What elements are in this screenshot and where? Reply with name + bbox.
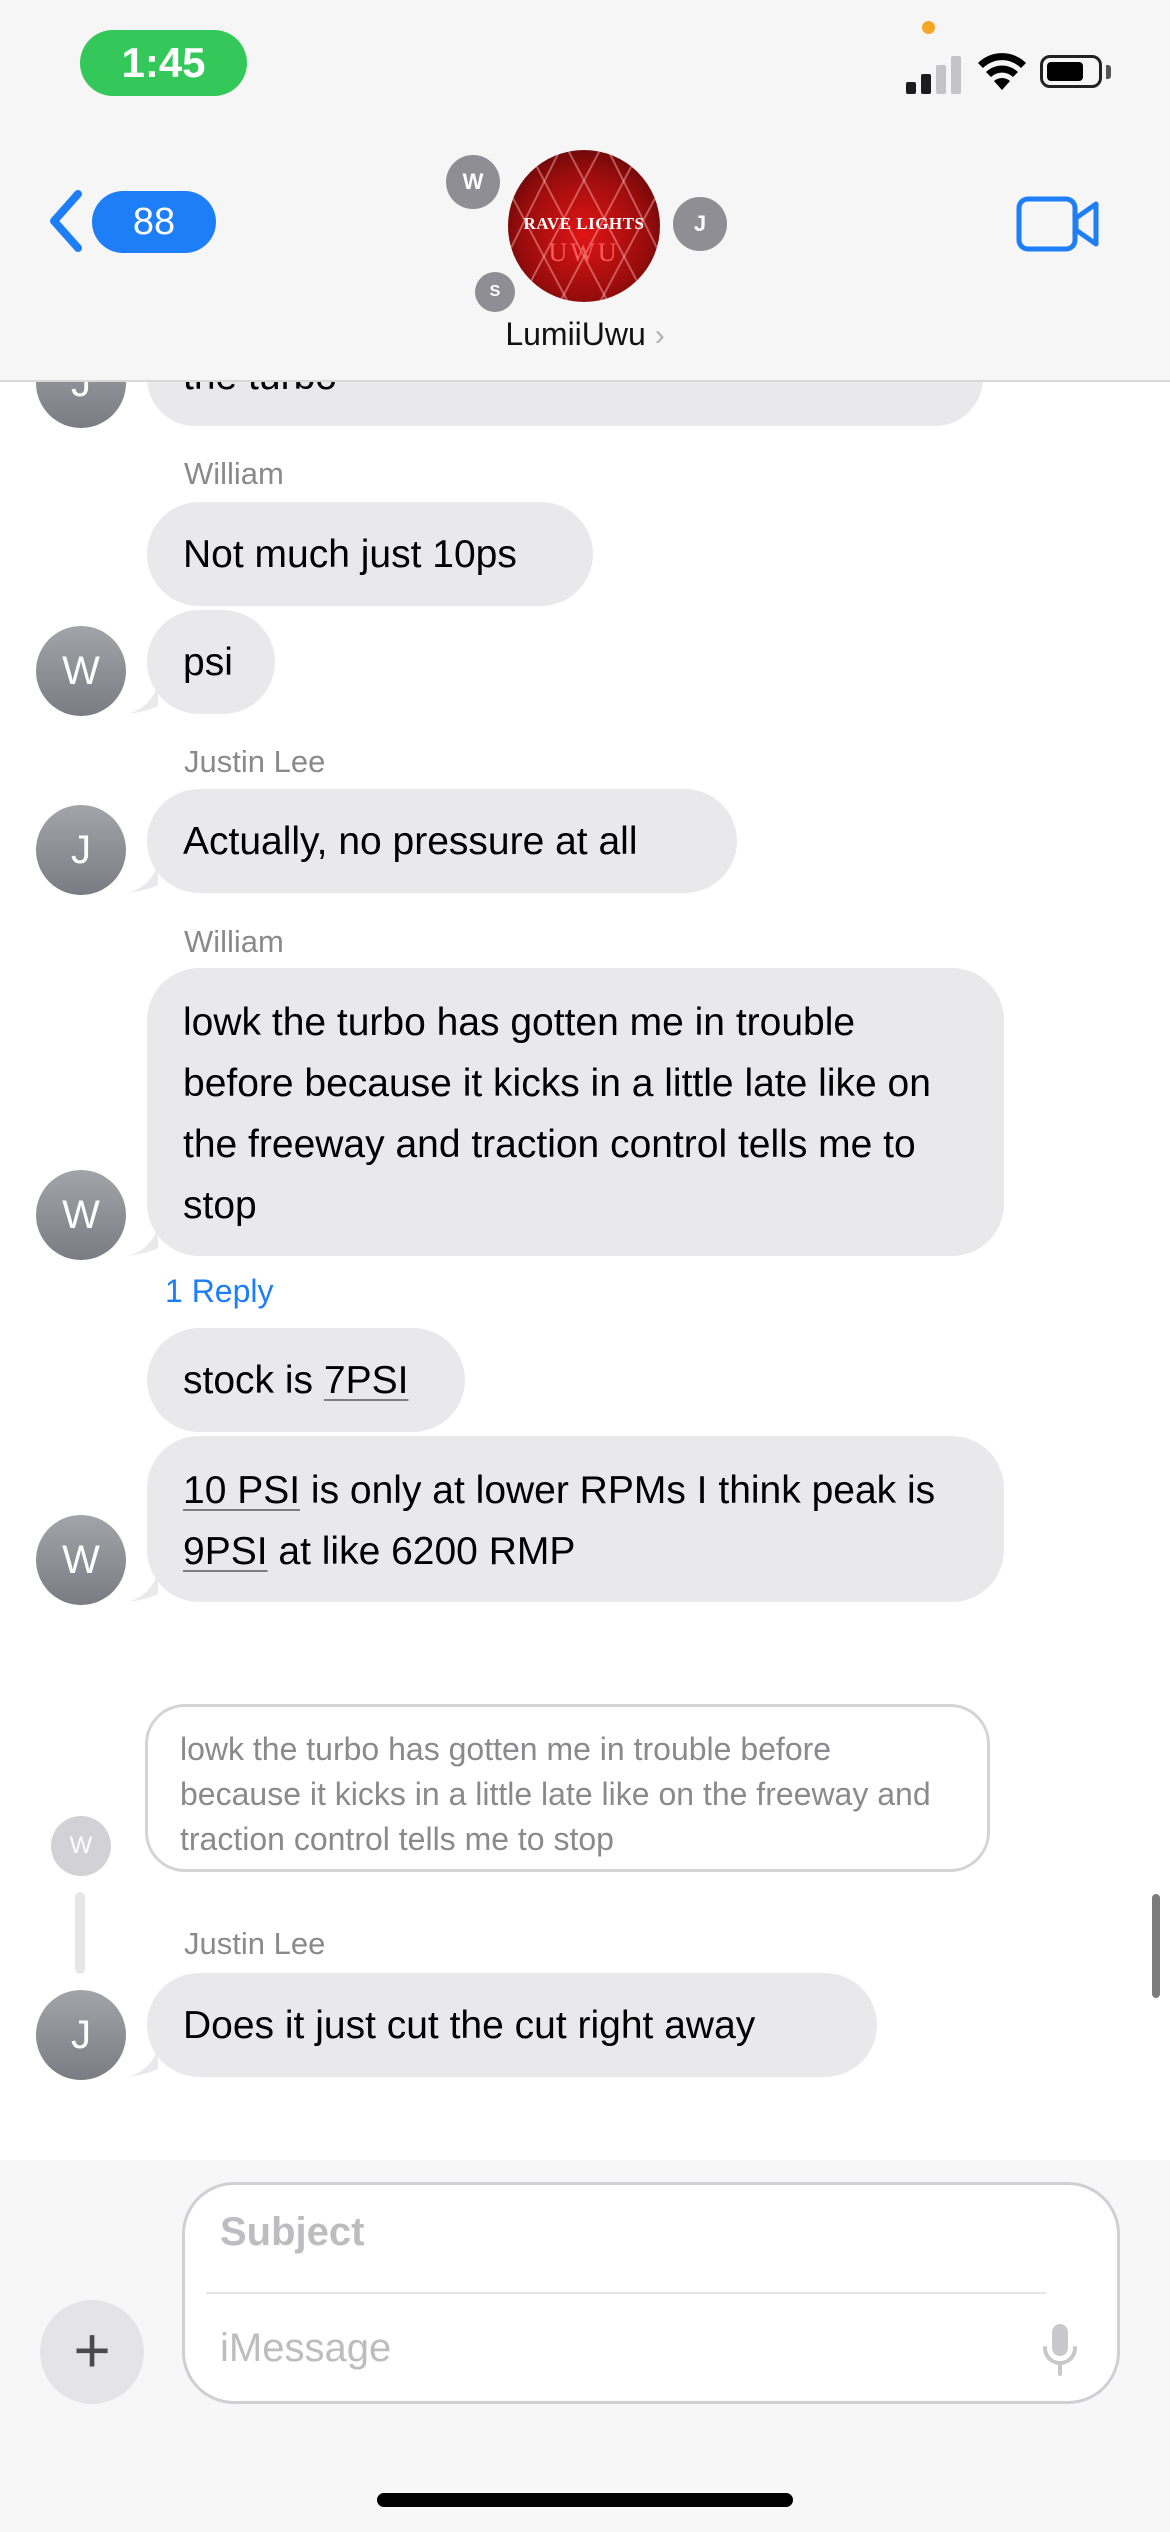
message-bubble[interactable]: stock is 7PSI: [147, 1328, 465, 1432]
avatar-william[interactable]: W: [36, 1515, 126, 1605]
chevron-right-icon: ›: [654, 319, 665, 352]
message-bubble[interactable]: Does it just cut the cut right away: [147, 1973, 877, 2077]
mic-in-use-indicator: [922, 21, 935, 34]
bubble-tail: [128, 684, 158, 714]
battery-tip: [1106, 65, 1111, 79]
microphone-icon[interactable]: [1040, 2320, 1080, 2380]
quoted-thread-message[interactable]: lowk the turbo has gotten me in trouble …: [145, 1704, 990, 1872]
thread-reply-link[interactable]: 1 Reply: [165, 1273, 274, 1310]
detected-data-link[interactable]: 10 PSI: [183, 1469, 300, 1512]
avatar-william[interactable]: W: [36, 626, 126, 716]
message-text: Not much just 10ps: [183, 533, 517, 576]
message-text-middle: is only at lower RPMs I think peak is: [300, 1469, 936, 1512]
participant-avatar-j[interactable]: J: [673, 197, 727, 251]
detected-data-link[interactable]: 7PSI: [324, 1359, 409, 1402]
plus-button[interactable]: +: [40, 2300, 144, 2404]
message-text: Does it just cut the cut right away: [183, 2004, 756, 2047]
group-name: LumiiUwu: [505, 316, 646, 352]
conversation-header: 1:45 88 W J S RAVE LIGHTS UWU LumiiUwu ›: [0, 0, 1170, 382]
back-button[interactable]: 88: [46, 186, 216, 256]
compose-divider: [206, 2292, 1046, 2294]
bubble-tail: [128, 863, 158, 893]
sender-name: Justin Lee: [184, 1926, 326, 1961]
subject-input[interactable]: Subject: [220, 2210, 364, 2255]
status-time[interactable]: 1:45: [80, 30, 247, 96]
bubble-tail: [128, 1572, 158, 1602]
message-text: Actually, no pressure at all: [183, 820, 638, 863]
wifi-icon: [978, 53, 1026, 90]
battery-icon: [1040, 55, 1102, 88]
message-bubble[interactable]: Not much just 10ps: [147, 502, 593, 606]
participant-avatar-w[interactable]: W: [446, 155, 500, 209]
message-bubble[interactable]: 10 PSI is only at lower RPMs I think pea…: [147, 1436, 1004, 1602]
bubble-tail: [128, 2047, 158, 2077]
sender-name: Justin Lee: [184, 744, 326, 779]
message-text: lowk the turbo has gotten me in trouble …: [183, 1001, 931, 1227]
message-text: psi: [183, 641, 233, 684]
avatar-william[interactable]: W: [36, 1170, 126, 1260]
group-avatar-text-top: RAVE LIGHTS: [523, 214, 645, 233]
sender-name: William: [184, 924, 284, 959]
thread-connector-line: [75, 1892, 85, 1974]
quoted-avatar-william: W: [51, 1816, 111, 1876]
quoted-text: lowk the turbo has gotten me in trouble …: [180, 1731, 931, 1857]
video-call-icon[interactable]: [1016, 196, 1100, 252]
chevron-left-icon: [50, 190, 82, 252]
message-bubble[interactable]: lowk the turbo has gotten me in trouble …: [147, 968, 1004, 1256]
bubble-tail: [128, 1226, 158, 1256]
message-bubble[interactable]: psi: [147, 610, 275, 714]
message-bubble[interactable]: Actually, no pressure at all: [147, 789, 737, 893]
message-text-prefix: stock is: [183, 1359, 324, 1402]
group-avatar[interactable]: RAVE LIGHTS UWU: [508, 150, 660, 302]
unread-count-badge: 88: [92, 191, 216, 253]
avatar-justin[interactable]: J: [36, 805, 126, 895]
sender-name: William: [184, 456, 284, 491]
home-indicator[interactable]: [377, 2493, 793, 2507]
detected-data-link[interactable]: 9PSI: [183, 1530, 268, 1573]
message-input[interactable]: iMessage: [220, 2326, 391, 2371]
avatar-justin[interactable]: J: [36, 1990, 126, 2080]
scroll-indicator[interactable]: [1152, 1894, 1160, 1998]
group-name-button[interactable]: LumiiUwu ›: [0, 316, 1170, 353]
cellular-signal-icon: [906, 52, 962, 94]
group-avatar-text-bottom: UWU: [548, 238, 620, 267]
message-text-suffix: at like 6200 RMP: [267, 1530, 576, 1573]
